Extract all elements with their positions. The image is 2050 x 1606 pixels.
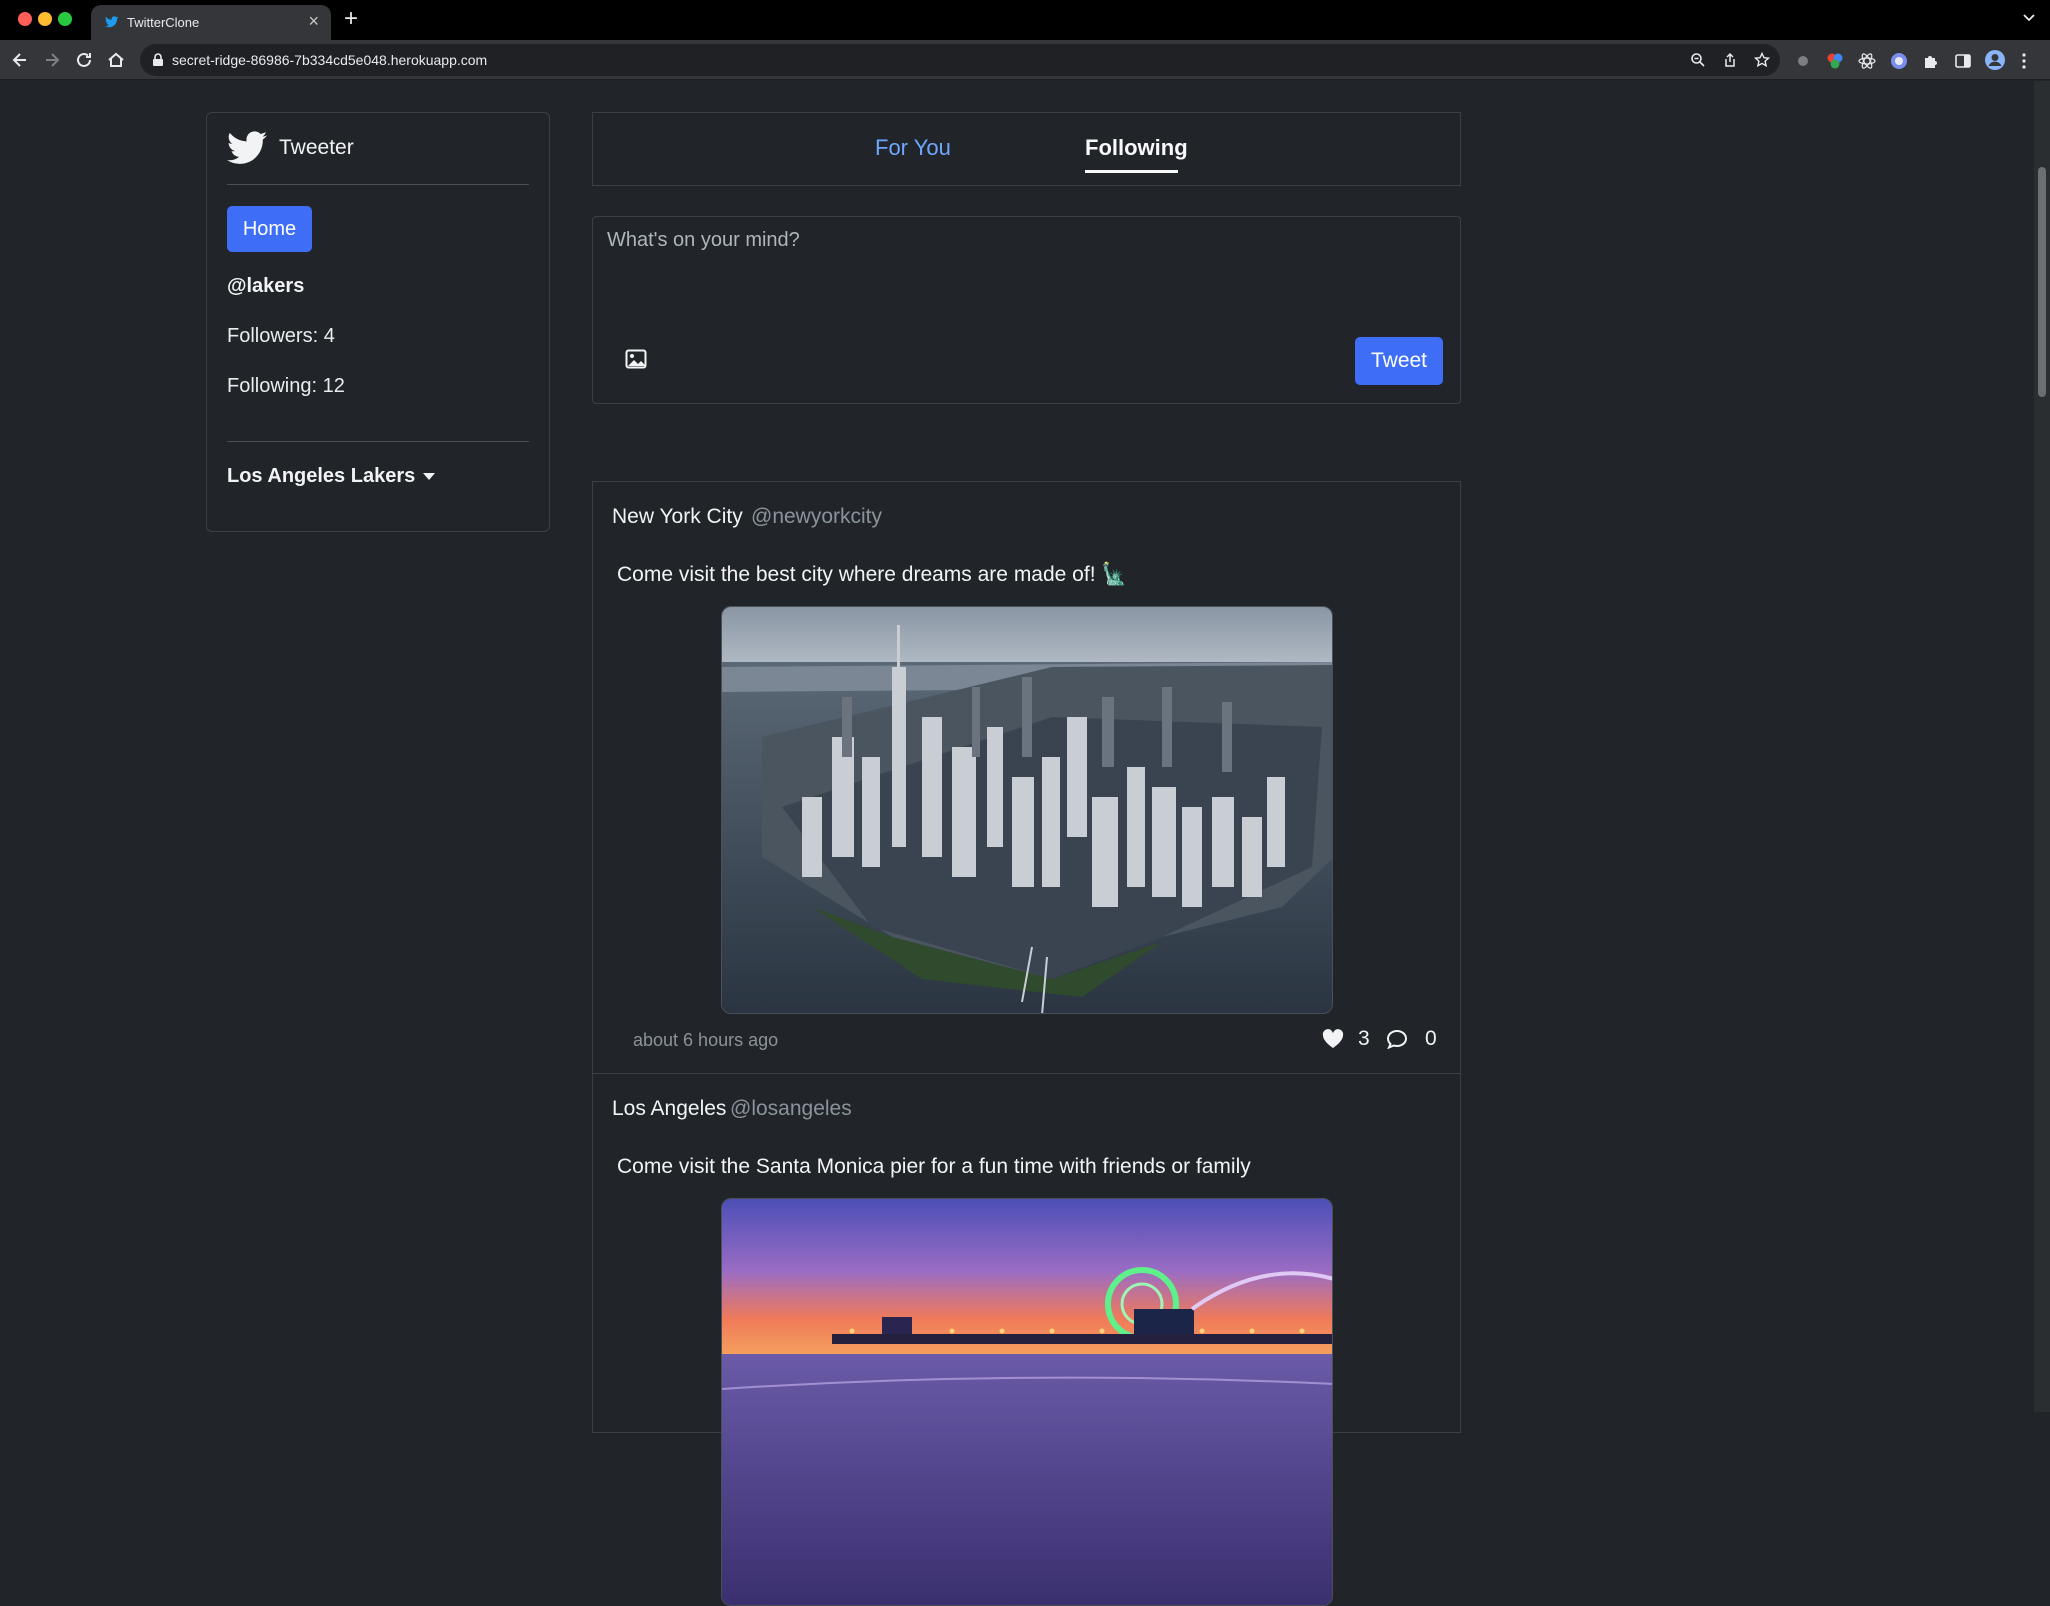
browser-tab-bar: TwitterClone × + — [0, 0, 2050, 40]
following-count[interactable]: Following: 12 — [227, 375, 345, 398]
tab-search-chevron-icon[interactable] — [2022, 10, 2036, 24]
comment-count: 0 — [1425, 1027, 1437, 1050]
tab-for-you[interactable]: For You — [875, 135, 951, 161]
sidebar-divider — [227, 441, 529, 442]
reload-icon[interactable] — [74, 50, 94, 70]
extensions-puzzle-icon[interactable] — [1922, 52, 1940, 70]
feed-tabs: For You Following — [592, 112, 1461, 186]
tweet-button[interactable]: Tweet — [1355, 337, 1443, 385]
side-panel-icon[interactable] — [1954, 52, 1972, 70]
url-text: secret-ridge-86986-7b334cd5e048.herokuap… — [172, 52, 488, 68]
tweet-author-handle[interactable]: @newyorkcity — [751, 505, 882, 529]
page-scrollbar[interactable] — [2034, 81, 2050, 1412]
browser-menu-icon[interactable] — [2020, 52, 2028, 70]
share-icon[interactable] — [1722, 52, 1738, 68]
new-tab-button[interactable]: + — [344, 6, 358, 32]
maximize-window-button[interactable] — [58, 12, 72, 26]
minimize-window-button[interactable] — [38, 12, 52, 26]
like-count: 3 — [1358, 1027, 1370, 1050]
tweet-card: Los Angeles @losangeles Come visit the S… — [592, 1073, 1461, 1606]
followers-count[interactable]: Followers: 4 — [227, 325, 335, 348]
browser-tab[interactable]: TwitterClone × — [91, 5, 331, 40]
tab-following[interactable]: Following — [1085, 135, 1188, 161]
tweet-image[interactable] — [721, 1198, 1333, 1606]
tweet-text: Come visit the Santa Monica pier for a f… — [617, 1155, 1251, 1178]
caret-down-icon — [423, 473, 436, 480]
account-name: Los Angeles Lakers — [227, 465, 416, 487]
home-icon[interactable] — [106, 50, 126, 70]
active-tab-indicator — [1085, 170, 1178, 173]
comment-icon[interactable] — [1386, 1029, 1408, 1049]
sidebar: Tweeter Home @lakers Followers: 4 Follow… — [206, 112, 550, 532]
tweet-input[interactable] — [607, 229, 1437, 319]
image-upload-icon[interactable] — [625, 349, 647, 369]
close-window-button[interactable] — [18, 12, 32, 26]
back-icon[interactable] — [10, 50, 30, 70]
santa-monica-pier-photo — [722, 1199, 1332, 1605]
tweet-author-name[interactable]: New York City — [612, 505, 743, 529]
home-button[interactable]: Home — [227, 206, 312, 252]
tweet-timestamp: about 6 hours ago — [633, 1030, 779, 1050]
tab-title: TwitterClone — [127, 15, 200, 30]
address-bar[interactable]: secret-ridge-86986-7b334cd5e048.herokuap… — [140, 44, 1780, 76]
heart-icon[interactable] — [1322, 1029, 1344, 1049]
browser-toolbar: secret-ridge-86986-7b334cd5e048.herokuap… — [0, 40, 2050, 80]
scrollbar-thumb[interactable] — [2038, 167, 2046, 397]
close-tab-icon[interactable]: × — [308, 11, 319, 31]
brand[interactable]: Tweeter — [227, 131, 354, 165]
tweet-author-name[interactable]: Los Angeles — [612, 1097, 726, 1121]
zoom-icon[interactable] — [1690, 52, 1706, 68]
username: @lakers — [227, 275, 305, 297]
account-dropdown[interactable]: Los Angeles Lakers — [227, 465, 436, 488]
redux-extension-icon[interactable] — [1890, 52, 1908, 70]
color-picker-extension-icon[interactable] — [1826, 52, 1844, 70]
twitter-bird-icon — [227, 131, 267, 164]
react-devtools-icon[interactable] — [1858, 52, 1876, 70]
twitter-favicon-icon — [105, 16, 119, 28]
tweet-image[interactable] — [721, 606, 1333, 1014]
profile-avatar-icon[interactable] — [1984, 49, 2006, 71]
lock-icon — [153, 53, 163, 66]
tweet-card: New York City @newyorkcity Come visit th… — [592, 481, 1461, 1074]
brand-name: Tweeter — [279, 136, 354, 159]
forward-icon[interactable] — [42, 50, 62, 70]
manhattan-aerial-photo — [722, 607, 1332, 1013]
tweet-text: Come visit the best city where dreams ar… — [617, 563, 1128, 586]
tweet-author-handle[interactable]: @losangeles — [730, 1097, 852, 1121]
extension-dot-icon[interactable] — [1794, 52, 1812, 70]
sidebar-divider — [227, 184, 529, 185]
tweet-composer: Tweet — [592, 216, 1461, 404]
bookmark-star-icon[interactable] — [1754, 52, 1770, 68]
